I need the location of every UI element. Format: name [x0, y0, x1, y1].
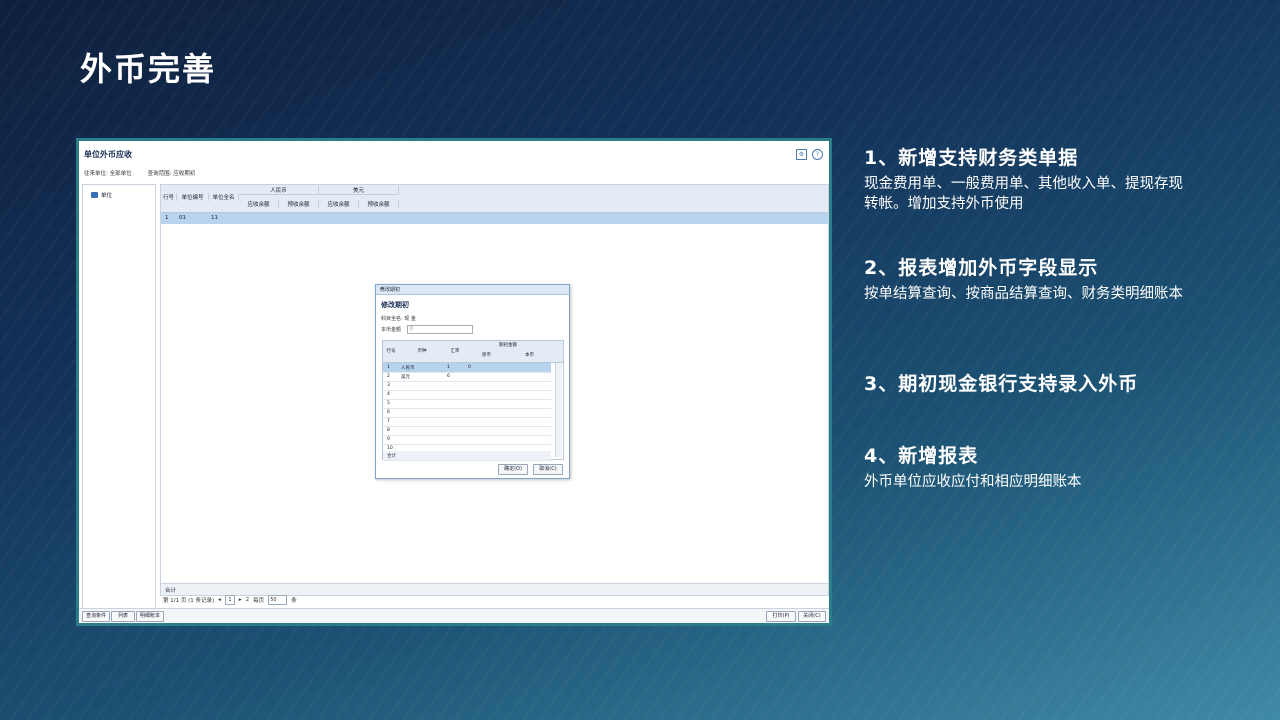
pager-prev-icon[interactable]: ◂ — [218, 597, 221, 603]
currency-table-header: 行号 币种 汇率 期初金额 原币 本币 — [383, 341, 563, 363]
grid-sum-row: 合计 — [161, 583, 828, 595]
tree-node-label: 单位 — [101, 193, 113, 199]
feature-desc: 现金费用单、一般费用单、其他收入单、提现存现转帐。增加支持外币使用 — [864, 176, 1183, 212]
currency-cell-currency: 人民币 — [401, 366, 415, 371]
currency-cell-no: 7 — [387, 419, 390, 424]
bottom-toolbar: 查询条件 列表 明细账本 打印(P) 关闭(C) — [79, 608, 829, 623]
dt-col-local: 本币 — [525, 353, 534, 358]
feature-title: 3、期初现金银行支持录入外币 — [864, 373, 1139, 395]
subject-line: 科目全名: 现 金 — [381, 315, 416, 322]
currency-cell-orig: 0 — [468, 365, 471, 370]
close-icon[interactable]: ✕ — [380, 286, 566, 292]
pager-total: 2 — [245, 597, 250, 603]
currency-table-sum: 合计 — [383, 451, 551, 461]
col-rmb-prepaid[interactable]: 预收余额 — [279, 200, 319, 208]
pager-text: 第 1/1 页 (1 条记录) — [163, 598, 215, 604]
col-row-no[interactable]: 行号 — [161, 193, 177, 201]
pager: 第 1/1 页 (1 条记录) ◂ 1 ▸ 2 每页 50 条 — [163, 595, 297, 605]
feature-title: 1、新增支持财务类单据 — [864, 147, 1079, 169]
subject-label: 科目全名: — [381, 316, 403, 322]
edit-opening-dialog: 修改期初 ✕ 修改期初 科目全名: 现 金 本币金额 0 行号 币种 汇率 期初… — [375, 284, 570, 479]
currency-cell-no: 8 — [387, 428, 390, 433]
col-group-usd: 美元 — [319, 186, 399, 195]
subject-value: 现 金 — [404, 316, 416, 322]
currency-cell-no: 2 — [387, 374, 390, 379]
unit-tree: 单位 — [82, 184, 156, 613]
dt-col-group: 期初金额 — [499, 343, 517, 348]
dt-col-orig: 原币 — [482, 353, 491, 358]
folder-icon — [91, 192, 98, 198]
currency-cell-no: 3 — [387, 383, 390, 388]
cell-unit-code: 01 — [179, 215, 186, 221]
currency-table: 行号 币种 汇率 期初金额 原币 本币 1 人民币 1 0 2 美元 6 3 4 5 6 7 8 9 10 … — [382, 340, 564, 461]
col-unit-name[interactable]: 单位全名 — [209, 193, 239, 201]
table-row[interactable]: 1 01 11 — [161, 213, 828, 224]
feature-item: 1、新增支持财务类单据 现金费用单、一般费用单、其他收入单、提现存现转帐。增加支… — [864, 143, 1184, 214]
currency-cell-no: 1 — [387, 365, 390, 370]
filter-row: 往来单位: 全部单位 查询范围: 应收期初 — [84, 169, 195, 177]
local-amount-input[interactable]: 0 — [407, 325, 473, 334]
screenshot-frame: 单位外币应收 ⚙ ? 往来单位: 全部单位 查询范围: 应收期初 单位 行号 单… — [76, 138, 832, 626]
ok-button[interactable]: 确定(O) — [498, 464, 528, 475]
print-button[interactable]: 打印(P) — [766, 611, 796, 622]
col-group-rmb: 人民币 — [239, 186, 319, 195]
feature-title: 4、新增报表 — [864, 445, 979, 467]
currency-cell-currency: 美元 — [401, 375, 410, 380]
dialog-scrollbar[interactable] — [555, 363, 562, 457]
cancel-button[interactable]: 取消(C) — [533, 464, 563, 475]
dt-col-currency: 币种 — [417, 349, 427, 354]
slide-title: 外币完善 — [80, 50, 217, 88]
settings-icon[interactable]: ⚙ — [796, 149, 807, 160]
pager-per-page-label: 每页 — [253, 598, 265, 604]
cell-unit-name: 11 — [211, 215, 218, 221]
filter-unit[interactable]: 往来单位: 全部单位 — [84, 169, 132, 177]
currency-cell-no: 4 — [387, 392, 390, 397]
dialog-heading: 修改期初 — [381, 301, 409, 309]
col-unit-code[interactable]: 单位编号 — [177, 193, 209, 201]
feature-desc: 按单结算查询、按商品结算查询、财务类明细账本 — [864, 286, 1183, 302]
app-title: 单位外币应收 — [84, 150, 132, 159]
col-usd-prepaid[interactable]: 预收余额 — [359, 200, 399, 208]
feature-item: 3、期初现金银行支持录入外币 — [864, 369, 1184, 396]
grid-sum-label: 合计 — [165, 588, 177, 594]
col-usd-receivable[interactable]: 应收余额 — [319, 200, 359, 208]
app-window: 单位外币应收 ⚙ ? 往来单位: 全部单位 查询范围: 应收期初 单位 行号 单… — [79, 141, 829, 623]
currency-cell-no: 6 — [387, 410, 390, 415]
detail-ledger-button[interactable]: 明细账本 — [136, 611, 164, 622]
dt-col-rate: 汇率 — [450, 349, 460, 354]
feature-item: 4、新增报表 外币单位应收应付和相应明细账本 — [864, 441, 1184, 492]
currency-cell-rate: 1 — [447, 365, 450, 370]
pager-current[interactable]: 1 — [224, 595, 235, 605]
dt-col-row-no: 行号 — [386, 349, 396, 354]
filter-range[interactable]: 查询范围: 应收期初 — [148, 169, 196, 177]
close-button[interactable]: 关闭(C) — [798, 611, 826, 622]
dt-sum-label: 合计 — [387, 454, 396, 459]
feature-desc: 外币单位应收应付和相应明细账本 — [864, 474, 1082, 490]
dialog-titlebar[interactable]: 修改期初 ✕ — [376, 285, 569, 295]
pager-unit: 条 — [291, 598, 297, 604]
currency-cell-rate: 6 — [447, 374, 450, 379]
col-rmb-receivable[interactable]: 应收余额 — [239, 200, 279, 208]
app-icons: ⚙ ? — [796, 149, 823, 160]
tree-node-unit[interactable]: 单位 — [91, 191, 112, 199]
local-amount-label: 本币金额 — [381, 327, 402, 333]
currency-cell-no: 9 — [387, 437, 390, 442]
list-button[interactable]: 列表 — [111, 611, 135, 622]
pager-next-icon[interactable]: ▸ — [239, 597, 242, 603]
help-icon[interactable]: ? — [812, 149, 823, 160]
grid-header: 行号 单位编号 单位全名 人民币 美元 应收余额 预收余额 应收余额 预收余额 — [161, 185, 828, 213]
currency-cell-no: 5 — [387, 401, 390, 406]
pager-per-page-input[interactable]: 50 — [268, 595, 288, 605]
cell-row-no: 1 — [165, 215, 169, 221]
feature-title: 2、报表增加外币字段显示 — [864, 257, 1099, 279]
feature-item: 2、报表增加外币字段显示 按单结算查询、按商品结算查询、财务类明细账本 — [864, 253, 1184, 304]
query-condition-button[interactable]: 查询条件 — [82, 611, 110, 622]
